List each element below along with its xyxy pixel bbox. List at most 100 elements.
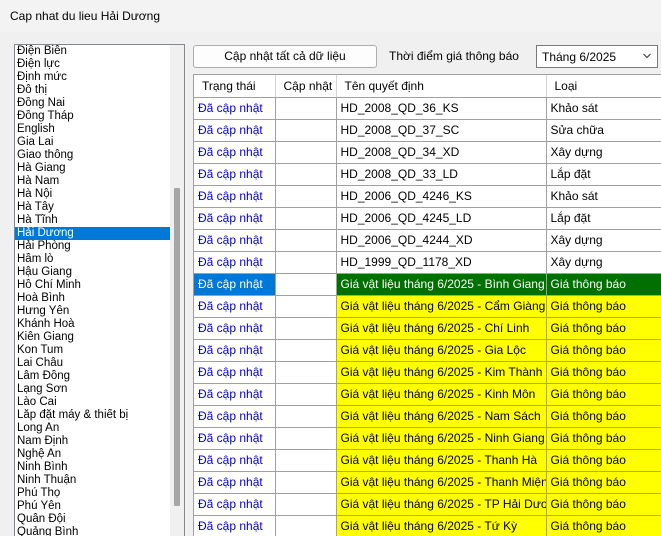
update-cell[interactable] <box>275 273 337 296</box>
status-cell[interactable]: Đã cập nhật <box>194 163 276 186</box>
decision-name-cell[interactable]: Giá vật liệu tháng 6/2025 - Cẩm Giàng <box>336 295 547 318</box>
update-cell[interactable] <box>275 119 337 142</box>
table-row[interactable]: Đã cập nhật HD_2008_QD_34_XD Xây dựng <box>194 141 661 164</box>
status-cell[interactable]: Đã cập nhật <box>194 383 276 406</box>
update-cell[interactable] <box>275 449 337 472</box>
province-list-item[interactable]: Hải Phòng <box>15 240 171 253</box>
province-list-item[interactable]: Hậu Giang <box>15 266 171 279</box>
update-cell[interactable] <box>275 207 337 230</box>
update-cell[interactable] <box>275 361 337 384</box>
decision-name-cell[interactable]: Giá vật liệu tháng 6/2025 - Kim Thành <box>336 361 547 384</box>
province-list-item[interactable]: Phú Yên <box>15 500 171 513</box>
province-list-item[interactable]: Định mức <box>15 71 171 84</box>
decision-name-cell[interactable]: Giá vật liệu tháng 6/2025 - Thanh Hà <box>336 449 547 472</box>
status-cell[interactable]: Đã cập nhật <box>194 493 276 516</box>
decision-name-cell[interactable]: HD_2008_QD_34_XD <box>336 141 547 164</box>
update-cell[interactable] <box>275 427 337 450</box>
province-list-item[interactable]: Đồng Nai <box>15 97 171 110</box>
decision-name-cell[interactable]: HD_2006_QD_4246_KS <box>336 185 547 208</box>
table-row[interactable]: Đã cập nhật Giá vật liệu tháng 6/2025 - B… <box>194 273 661 296</box>
update-cell[interactable] <box>275 229 337 252</box>
province-list-item[interactable]: Hà Tây <box>15 201 171 214</box>
table-row[interactable]: Đã cập nhật HD_2006_QD_4244_XD Xây dựng <box>194 229 661 252</box>
province-list-item[interactable]: Lắp đặt máy & thiết bị <box>15 409 171 422</box>
update-cell[interactable] <box>275 141 337 164</box>
type-cell[interactable]: Giá thông báo <box>546 515 661 536</box>
type-cell[interactable]: Giá thông báo <box>546 273 661 296</box>
province-list-item[interactable]: Phú Thọ <box>15 487 171 500</box>
table-row[interactable]: Đã cập nhật Giá vật liệu tháng 6/2025 - T… <box>194 471 661 494</box>
type-cell[interactable]: Khảo sát <box>546 97 661 120</box>
type-cell[interactable]: Xây dựng <box>546 141 661 164</box>
decision-name-cell[interactable]: Giá vật liệu tháng 6/2025 - Nam Sách <box>336 405 547 428</box>
table-row[interactable]: Đã cập nhật Giá vật liệu tháng 6/2025 - N… <box>194 405 661 428</box>
province-list-item[interactable]: Hoà Bình <box>15 292 171 305</box>
status-cell[interactable]: Đã cập nhật <box>194 339 276 362</box>
table-row[interactable]: Đã cập nhật HD_2008_QD_33_LD Lắp đặt <box>194 163 661 186</box>
status-cell[interactable]: Đã cập nhật <box>194 185 276 208</box>
decision-name-cell[interactable]: Giá vật liệu tháng 6/2025 - Gia Lộc <box>336 339 547 362</box>
update-cell[interactable] <box>275 493 337 516</box>
update-cell[interactable] <box>275 405 337 428</box>
province-list-item[interactable]: Kon Tum <box>15 344 171 357</box>
type-cell[interactable]: Giá thông báo <box>546 317 661 340</box>
province-list-item[interactable]: English <box>15 123 171 136</box>
type-cell[interactable]: Giá thông báo <box>546 471 661 494</box>
province-list-item[interactable]: Điện lực <box>15 58 171 71</box>
update-cell[interactable] <box>275 251 337 274</box>
update-cell[interactable] <box>275 163 337 186</box>
price-time-select[interactable]: Tháng 6/2025 <box>536 45 658 68</box>
table-row[interactable]: Đã cập nhật Giá vật liệu tháng 6/2025 - C… <box>194 295 661 318</box>
province-list-item[interactable]: Nghệ An <box>15 448 171 461</box>
update-cell[interactable] <box>275 185 337 208</box>
status-cell[interactable]: Đã cập nhật <box>194 471 276 494</box>
province-list-item[interactable]: Giao thông <box>15 149 171 162</box>
column-header-type[interactable]: Loại <box>546 75 661 98</box>
province-list-item[interactable]: Kiên Giang <box>15 331 171 344</box>
province-list-item[interactable]: Hồ Chí Minh <box>15 279 171 292</box>
type-cell[interactable]: Giá thông báo <box>546 383 661 406</box>
decision-name-cell[interactable]: HD_2008_QD_37_SC <box>336 119 547 142</box>
province-list-item[interactable]: Hưng Yên <box>15 305 171 318</box>
type-cell[interactable]: Giá thông báo <box>546 405 661 428</box>
type-cell[interactable]: Lắp đặt <box>546 207 661 230</box>
province-list-item[interactable]: Khánh Hoà <box>15 318 171 331</box>
province-list-item[interactable]: Ninh Thuận <box>15 474 171 487</box>
type-cell[interactable]: Giá thông báo <box>546 449 661 472</box>
province-list-item[interactable]: Lâm Đồng <box>15 370 171 383</box>
decision-name-cell[interactable]: HD_2006_QD_4245_LD <box>336 207 547 230</box>
province-list-item[interactable]: Điện Biên <box>15 45 171 58</box>
status-cell[interactable]: Đã cập nhật <box>194 361 276 384</box>
column-header-update[interactable]: Cập nhật <box>275 75 337 98</box>
province-list-item[interactable]: Ninh Bình <box>15 461 171 474</box>
update-cell[interactable] <box>275 317 337 340</box>
update-cell[interactable] <box>275 339 337 362</box>
update-cell[interactable] <box>275 515 337 536</box>
province-list-item[interactable]: Lai Châu <box>15 357 171 370</box>
type-cell[interactable]: Giá thông báo <box>546 427 661 450</box>
table-row[interactable]: Đã cập nhật HD_2008_QD_36_KS Khảo sát <box>194 97 661 120</box>
decision-name-cell[interactable]: Giá vật liệu tháng 6/2025 - Thanh Miện <box>336 471 547 494</box>
status-cell[interactable]: Đã cập nhật <box>194 515 276 536</box>
province-list-item[interactable]: Đồng Tháp <box>15 110 171 123</box>
status-cell[interactable]: Đã cập nhật <box>194 449 276 472</box>
column-header-status[interactable]: Trạng thái <box>194 75 276 98</box>
type-cell[interactable]: Giá thông báo <box>546 493 661 516</box>
status-cell[interactable]: Đã cập nhật <box>194 251 276 274</box>
update-cell[interactable] <box>275 383 337 406</box>
decision-name-cell[interactable]: Giá vật liệu tháng 6/2025 - Bình Giang <box>336 273 547 296</box>
table-row[interactable]: Đã cập nhật Giá vật liệu tháng 6/2025 - T… <box>194 493 661 516</box>
table-row[interactable]: Đã cập nhật HD_2008_QD_37_SC Sửa chữa <box>194 119 661 142</box>
status-cell[interactable]: Đã cập nhật <box>194 427 276 450</box>
update-all-button[interactable]: Cập nhật tất cả dữ liệu <box>193 45 377 68</box>
status-cell[interactable]: Đã cập nhật <box>194 317 276 340</box>
decision-name-cell[interactable]: Giá vật liệu tháng 6/2025 - Tứ Kỳ <box>336 515 547 536</box>
province-list[interactable]: Điện Biên Điện lực Định mức Đô thị Đồng Nai Đ… <box>14 44 185 536</box>
province-list-item[interactable]: Hầm lò <box>15 253 171 266</box>
decision-grid[interactable]: Trạng thái Cập nhật Tên quyết định Loại … <box>193 74 661 536</box>
decision-name-cell[interactable]: HD_1999_QD_1178_XD <box>336 251 547 274</box>
table-row[interactable]: Đã cập nhật HD_2006_QD_4245_LD Lắp đặt <box>194 207 661 230</box>
type-cell[interactable]: Giá thông báo <box>546 339 661 362</box>
province-list-item[interactable]: Hà Nội <box>15 188 171 201</box>
province-list-item[interactable]: Gia Lai <box>15 136 171 149</box>
